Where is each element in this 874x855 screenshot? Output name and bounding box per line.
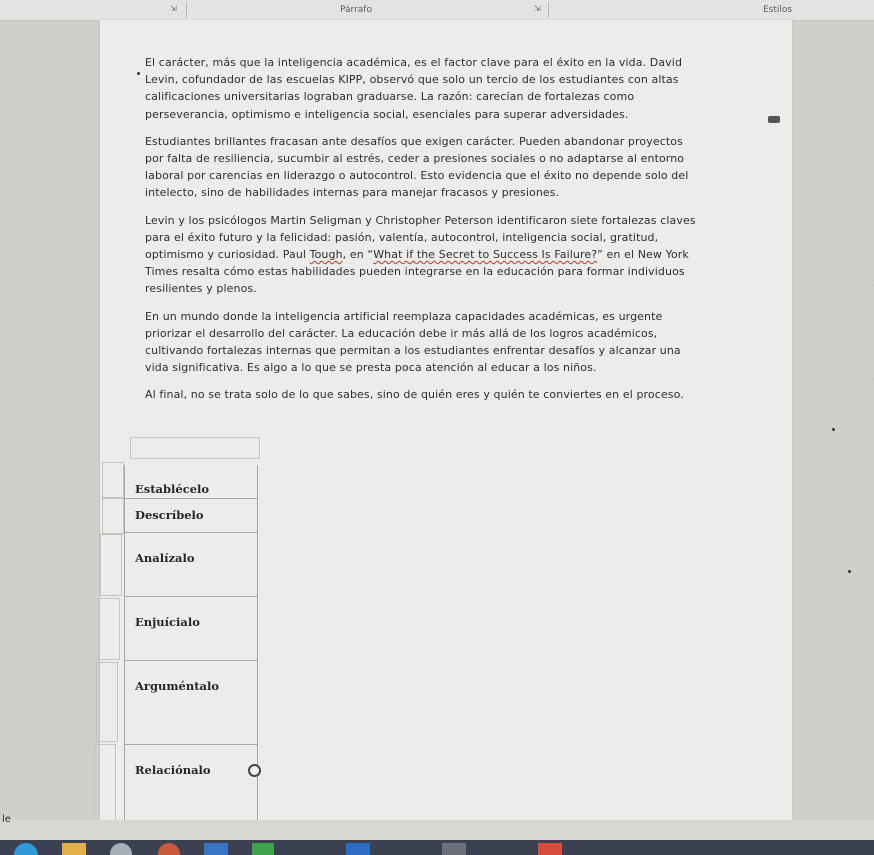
- paragraph-group-label: Párrafo: [340, 5, 372, 15]
- spellcheck-word[interactable]: Tough: [310, 248, 343, 261]
- table-side-box: [96, 662, 118, 742]
- taskbar-app-icon[interactable]: [346, 843, 370, 855]
- document-page[interactable]: El carácter, más que la inteligencia aca…: [94, 20, 792, 824]
- paragraph-3[interactable]: Levin y los psicólogos Martin Seligman y…: [145, 212, 705, 298]
- taskbar-app-icon[interactable]: [538, 843, 562, 855]
- table-cell: Analízalo: [135, 551, 195, 565]
- taskbar-app-icon[interactable]: [442, 843, 466, 855]
- margin-dot: [832, 428, 835, 431]
- table-side-box: [94, 744, 116, 824]
- dialog-launcher-icon[interactable]: ⇲: [170, 4, 177, 13]
- paragraph-3-text: , en “: [342, 248, 374, 262]
- taskbar-app-icon[interactable]: [204, 843, 228, 855]
- taskbar-app-icon[interactable]: [62, 843, 86, 855]
- document-body[interactable]: El carácter, más que la inteligencia aca…: [145, 54, 705, 414]
- taskbar-app-icon[interactable]: [252, 843, 274, 855]
- table-cell: Establécelo: [135, 482, 210, 496]
- table-side-box: [102, 462, 124, 498]
- table-row[interactable]: Enjuícialo: [125, 597, 257, 661]
- table-cell: Arguméntalo: [135, 679, 220, 693]
- table-row[interactable]: Relaciónalo: [125, 745, 257, 821]
- comment-icon[interactable]: [768, 116, 780, 123]
- margin-dot: [848, 570, 851, 573]
- table-row[interactable]: Arguméntalo: [125, 661, 257, 745]
- ribbon-group-labels: ⇲ Párrafo ⇲ Estilos: [0, 0, 874, 21]
- table-side-box: [102, 498, 124, 534]
- table-cell: Enjuícialo: [135, 615, 200, 629]
- margin-dot: [137, 72, 140, 75]
- resize-handle-icon[interactable]: [248, 764, 261, 777]
- paragraph-4[interactable]: En un mundo donde la inteligencia artifi…: [145, 308, 705, 377]
- table-cell: Relaciónalo: [135, 763, 211, 777]
- verb-table[interactable]: Establécelo Descríbelo Analízalo Enjuíci…: [124, 465, 258, 821]
- table-side-box: [98, 598, 120, 660]
- status-bar-text: le: [2, 814, 11, 825]
- margin-annotation: [860, 282, 874, 382]
- table-row[interactable]: Descríbelo: [125, 499, 257, 533]
- paragraph-2[interactable]: Estudiantes brillantes fracasan ante des…: [145, 133, 705, 202]
- table-cell: Descríbelo: [135, 508, 204, 522]
- article-title[interactable]: What if the Secret to Success Is Failure…: [373, 248, 597, 261]
- paragraph-5[interactable]: Al final, no se trata solo de lo que sab…: [145, 386, 705, 403]
- empty-text-box[interactable]: [130, 437, 260, 459]
- styles-group-label: Estilos: [763, 5, 793, 15]
- ribbon-separator: [548, 2, 549, 18]
- table-row[interactable]: Establécelo: [125, 465, 257, 499]
- ribbon-separator: [186, 2, 187, 18]
- paragraph-dialog-launcher-icon[interactable]: ⇲: [534, 4, 541, 13]
- table-side-box: [100, 534, 122, 596]
- table-row[interactable]: Analízalo: [125, 533, 257, 597]
- paragraph-1[interactable]: El carácter, más que la inteligencia aca…: [145, 54, 705, 123]
